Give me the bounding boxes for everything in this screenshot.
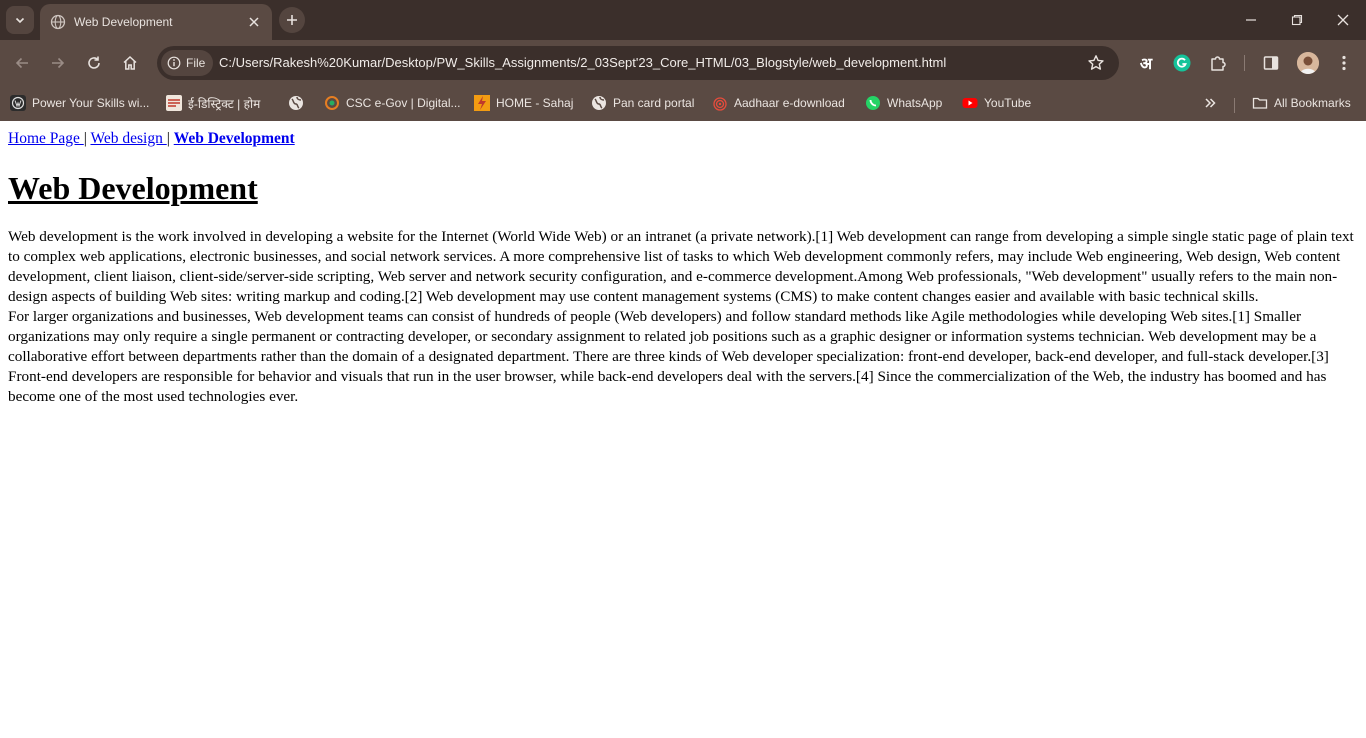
globe-icon <box>591 95 607 111</box>
bookmark-whatsapp[interactable]: WhatsApp <box>865 92 942 114</box>
minimize-icon <box>1246 19 1256 21</box>
bookmark-youtube[interactable]: YouTube <box>962 92 1031 114</box>
plus-icon <box>287 15 297 25</box>
address-bar[interactable]: File C:/Users/Rakesh%20Kumar/Desktop/PW_… <box>157 46 1119 80</box>
web-development-link[interactable]: Web Development <box>174 130 295 147</box>
info-icon <box>167 56 181 70</box>
toolbar-divider <box>1244 55 1245 71</box>
breadcrumb-nav: Home Page | Web design | Web Development <box>8 129 1358 149</box>
extensions-puzzle-icon[interactable] <box>1207 52 1229 74</box>
close-tab-icon[interactable] <box>246 14 262 30</box>
whatsapp-icon <box>865 95 881 111</box>
paragraph-2: For larger organizations and businesses,… <box>8 308 1329 405</box>
close-window-button[interactable] <box>1320 0 1366 40</box>
tab-strip: Web Development <box>0 0 1366 40</box>
wordpress-icon <box>10 95 26 111</box>
browser-toolbar: File C:/Users/Rakesh%20Kumar/Desktop/PW_… <box>0 40 1366 86</box>
bookmark-star-icon[interactable] <box>1087 54 1105 72</box>
bookmark-globe[interactable] <box>288 92 310 114</box>
arrow-left-icon <box>15 57 28 69</box>
web-design-link[interactable]: Web design <box>90 130 166 147</box>
bookmark-edistrict[interactable]: ई-डिस्ट्रिक्ट | होम <box>166 92 260 114</box>
site-info-chip[interactable]: File <box>161 50 214 76</box>
restore-icon <box>1291 14 1303 26</box>
forward-button[interactable] <box>44 49 72 77</box>
close-icon <box>1337 14 1349 26</box>
url-text[interactable]: C:/Users/Rakesh%20Kumar/Desktop/PW_Skill… <box>219 46 946 80</box>
chevron-down-icon <box>15 17 25 24</box>
sahaj-icon <box>474 95 490 111</box>
nav-separator: | <box>83 130 87 147</box>
bookmark-csc-egov[interactable]: CSC e-Gov | Digital... <box>324 92 460 114</box>
back-button[interactable] <box>8 49 36 77</box>
more-bookmarks-button[interactable] <box>1203 92 1217 114</box>
reload-icon <box>88 56 100 69</box>
active-tab[interactable]: Web Development <box>40 4 272 40</box>
home-page-link[interactable]: Home Page <box>8 130 84 147</box>
double-chevron-right-icon <box>1205 98 1216 108</box>
home-button[interactable] <box>116 49 144 77</box>
minimize-button[interactable] <box>1228 0 1274 40</box>
menu-kebab-icon[interactable] <box>1333 52 1355 74</box>
all-bookmarks-folder[interactable]: All Bookmarks <box>1252 92 1351 114</box>
globe-icon <box>50 14 66 30</box>
home-icon <box>123 55 137 70</box>
profile-avatar[interactable] <box>1297 52 1319 74</box>
youtube-icon <box>962 95 978 111</box>
new-tab-button[interactable] <box>279 7 305 33</box>
bookmark-pan-card[interactable]: Pan card portal <box>591 92 694 114</box>
bookmark-aadhaar[interactable]: Aadhaar e-download <box>712 92 845 114</box>
bookmarks-bar: Power Your Skills wi... ई-डिस्ट्रिक्ट | … <box>0 86 1366 121</box>
bookmarks-divider <box>1234 98 1235 113</box>
hindi-extension-icon[interactable]: अ <box>1135 52 1157 74</box>
folder-icon <box>1252 95 1268 111</box>
edistrict-icon <box>166 95 182 111</box>
csc-icon <box>324 95 340 111</box>
bookmark-power-your-skills[interactable]: Power Your Skills wi... <box>10 92 149 114</box>
tab-search-button[interactable] <box>6 6 34 34</box>
nav-separator: | <box>166 130 170 147</box>
side-panel-icon[interactable] <box>1260 52 1282 74</box>
article-body: Web development is the work involved in … <box>8 227 1358 407</box>
reload-button[interactable] <box>80 49 108 77</box>
bookmark-sahaj[interactable]: HOME - Sahaj <box>474 92 573 114</box>
paragraph-1: Web development is the work involved in … <box>8 228 1354 305</box>
tab-title: Web Development <box>74 15 173 29</box>
file-label: File <box>186 56 206 70</box>
grammarly-icon[interactable] <box>1171 52 1193 74</box>
aadhaar-icon <box>712 95 728 111</box>
globe-icon <box>288 95 304 111</box>
restore-button[interactable] <box>1274 0 1320 40</box>
page-title: Web Development <box>8 170 258 206</box>
arrow-right-icon <box>52 57 65 69</box>
page-content: Home Page | Web design | Web Development… <box>0 121 1366 738</box>
